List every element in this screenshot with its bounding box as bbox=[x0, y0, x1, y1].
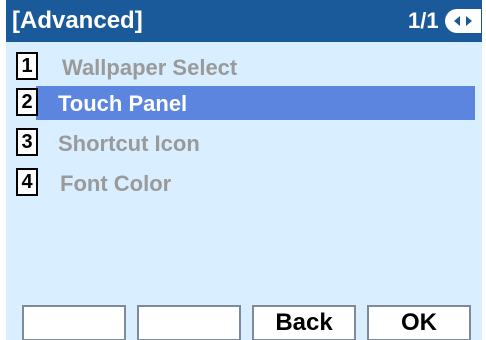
menu-item-number: 2 bbox=[16, 88, 38, 116]
menu-item-number: 1 bbox=[16, 52, 38, 80]
ok-button[interactable]: OK bbox=[367, 305, 471, 340]
softkey-1[interactable] bbox=[22, 305, 126, 340]
menu-item-label: Wallpaper Select bbox=[62, 55, 238, 80]
menu-item-number: 4 bbox=[16, 168, 38, 196]
arrow-right-icon[interactable] bbox=[466, 16, 472, 26]
menu-item-label: Shortcut Icon bbox=[58, 131, 200, 156]
softkey-2[interactable] bbox=[137, 305, 241, 340]
menu-item-touch-panel[interactable]: 2 Touch Panel bbox=[6, 86, 482, 120]
menu-item-number: 3 bbox=[16, 128, 38, 156]
menu-item-label: Touch Panel bbox=[58, 91, 188, 116]
phone-screen: [Advanced] 1/1 1 Wallpaper Select 2 Touc… bbox=[6, 0, 482, 340]
title-bar: [Advanced] 1/1 bbox=[6, 0, 482, 42]
menu-item-wallpaper-select[interactable]: 1 Wallpaper Select bbox=[6, 50, 482, 84]
menu-item-label: Font Color bbox=[60, 171, 172, 196]
page-indicator: 1/1 bbox=[408, 8, 439, 33]
menu-item-font-color[interactable]: 4 Font Color bbox=[6, 166, 482, 200]
arrow-left-icon[interactable] bbox=[454, 16, 460, 26]
menu-item-shortcut-icon[interactable]: 3 Shortcut Icon bbox=[6, 126, 482, 160]
screen-title: [Advanced] bbox=[12, 7, 143, 34]
back-button[interactable]: Back bbox=[252, 305, 356, 340]
softkey-bar: Back OK bbox=[6, 296, 482, 340]
page-arrows[interactable] bbox=[445, 9, 481, 33]
